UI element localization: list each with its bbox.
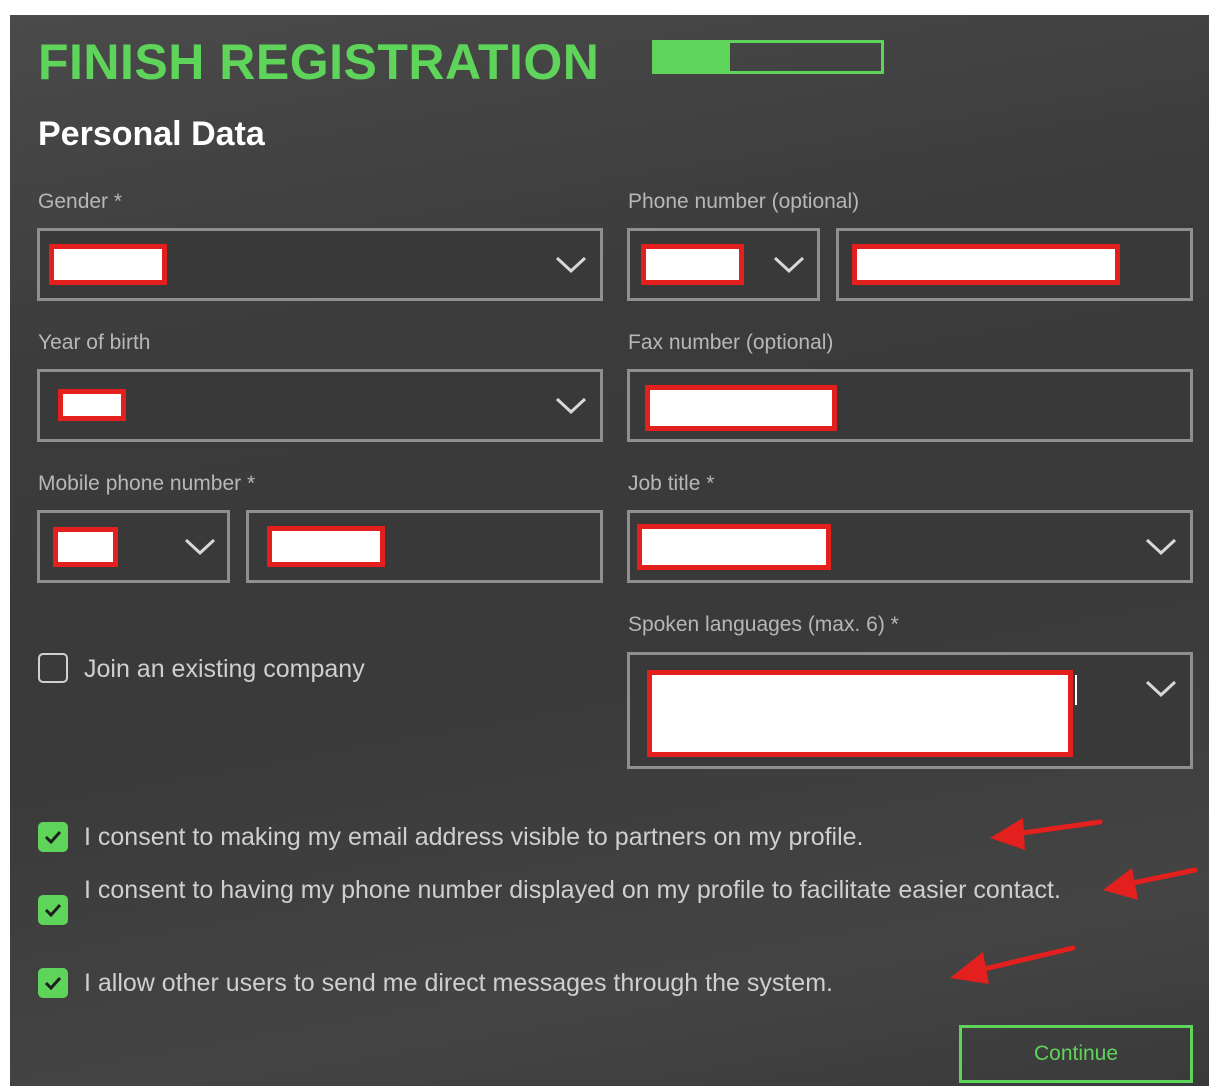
year-value-redacted <box>58 389 126 421</box>
progress-bar <box>652 40 884 74</box>
fax-number-input[interactable] <box>627 369 1193 442</box>
progress-bar-fill <box>655 43 730 71</box>
spoken-languages-select[interactable] <box>627 652 1193 769</box>
consent-email-option[interactable]: I consent to making my email address vis… <box>38 817 1078 857</box>
phone-code-redacted <box>641 244 744 285</box>
consent-messages-checkbox[interactable] <box>38 968 68 998</box>
chevron-down-icon <box>555 397 587 415</box>
mobile-country-code-select[interactable] <box>37 510 230 583</box>
fax-value-redacted <box>645 385 837 431</box>
check-icon <box>44 903 62 917</box>
gender-select[interactable] <box>37 228 603 301</box>
job-title-redacted <box>637 524 831 570</box>
text-cursor <box>1075 675 1077 705</box>
check-icon <box>44 830 62 844</box>
red-arrow-annotation <box>990 818 1103 850</box>
chevron-down-icon <box>184 538 216 556</box>
join-company-option[interactable]: Join an existing company <box>38 653 365 685</box>
year-of-birth-select[interactable] <box>37 369 603 442</box>
join-company-label: Join an existing company <box>84 655 365 683</box>
chevron-down-icon <box>1145 538 1177 556</box>
mobile-label: Mobile phone number * <box>38 472 256 495</box>
mobile-number-redacted <box>267 526 385 567</box>
consent-phone-text: I consent to having my phone number disp… <box>84 876 1061 904</box>
job-title-label: Job title * <box>628 472 715 495</box>
page-title: FINISH REGISTRATION <box>38 34 600 90</box>
consent-messages-option[interactable]: I allow other users to send me direct me… <box>38 963 1078 1003</box>
mobile-number-input[interactable] <box>246 510 603 583</box>
gender-value-redacted <box>49 244 167 285</box>
phone-label: Phone number (optional) <box>628 190 860 213</box>
registration-panel: FINISH REGISTRATION Personal Data Gender… <box>10 15 1209 1086</box>
join-company-checkbox[interactable] <box>38 653 68 683</box>
chevron-down-icon <box>773 256 805 274</box>
year-of-birth-label: Year of birth <box>38 331 151 354</box>
languages-value-redacted <box>647 670 1073 757</box>
red-arrow-annotation <box>1103 867 1198 900</box>
section-title: Personal Data <box>38 115 265 153</box>
phone-country-code-select[interactable] <box>627 228 820 301</box>
continue-button[interactable]: Continue <box>959 1025 1193 1083</box>
mobile-code-redacted <box>53 527 118 567</box>
consent-messages-text: I allow other users to send me direct me… <box>84 969 833 997</box>
consent-email-text: I consent to making my email address vis… <box>84 823 864 851</box>
consent-phone-option[interactable]: I consent to having my phone number disp… <box>38 870 1098 925</box>
chevron-down-icon <box>555 256 587 274</box>
phone-number-redacted <box>852 244 1120 285</box>
chevron-down-icon <box>1145 680 1177 698</box>
consent-email-checkbox[interactable] <box>38 822 68 852</box>
phone-number-input[interactable] <box>836 228 1193 301</box>
consent-phone-checkbox[interactable] <box>38 895 68 925</box>
job-title-select[interactable] <box>627 510 1193 583</box>
spoken-languages-label: Spoken languages (max. 6) * <box>628 613 899 636</box>
red-arrow-annotation <box>950 945 1076 984</box>
gender-label: Gender * <box>38 190 123 213</box>
fax-label: Fax number (optional) <box>628 331 834 354</box>
check-icon <box>44 976 62 990</box>
